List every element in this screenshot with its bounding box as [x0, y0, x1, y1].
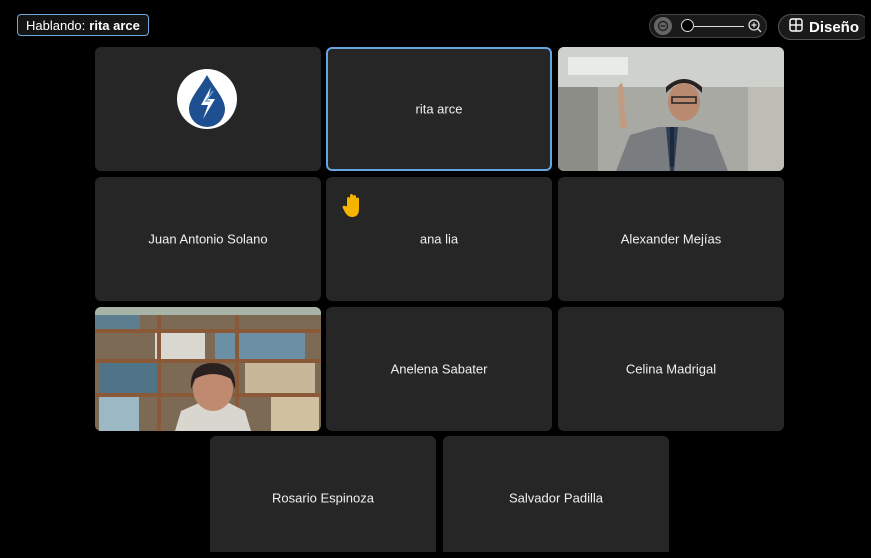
- participant-name: Salvador Padilla: [509, 490, 603, 506]
- zoom-slider-thumb[interactable]: [681, 19, 694, 32]
- participant-name: Juan Antonio Solano: [148, 231, 268, 247]
- participant-tile[interactable]: Rosario Espinoza: [210, 436, 436, 552]
- participant-name: Rosario Espinoza: [272, 490, 374, 506]
- participant-tile[interactable]: Juan Antonio Solano: [95, 177, 321, 301]
- gallery-zoom-control[interactable]: [649, 14, 767, 38]
- participant-tile[interactable]: Celina Madrigal: [558, 307, 784, 431]
- participant-name: Celina Madrigal: [625, 361, 717, 377]
- zoom-slider-track[interactable]: [688, 26, 744, 27]
- participant-tile[interactable]: ana lia: [326, 177, 552, 301]
- participant-name: ana lia: [419, 231, 459, 247]
- participant-name: Anelena Sabater: [390, 361, 488, 377]
- active-speaker-indicator: Hablando: rita arce: [17, 14, 149, 36]
- participant-logo: [177, 69, 237, 129]
- participant-tile-logo[interactable]: [95, 47, 321, 171]
- participant-video-tile[interactable]: [95, 307, 321, 431]
- participant-tile[interactable]: Alexander Mejías: [558, 177, 784, 301]
- meeting-window: Hablando: rita arce Diseño rita arce Jua…: [6, 6, 865, 552]
- zoom-out-icon[interactable]: [654, 17, 672, 35]
- participant-video: [95, 307, 321, 431]
- speaker-prefix: Hablando:: [26, 17, 86, 33]
- grid-icon: [789, 18, 803, 36]
- participant-video: [558, 47, 784, 171]
- layout-button[interactable]: Diseño: [778, 14, 865, 40]
- speaker-name: rita arce: [89, 17, 140, 33]
- participant-tile[interactable]: Anelena Sabater: [326, 307, 552, 431]
- participant-tile[interactable]: rita arce: [326, 47, 552, 171]
- zoom-in-icon[interactable]: [747, 18, 763, 34]
- raised-hand-icon: [342, 193, 364, 224]
- participant-video-tile[interactable]: [558, 47, 784, 171]
- participant-name: Alexander Mejías: [620, 231, 722, 247]
- participant-name: rita arce: [415, 101, 463, 117]
- layout-label: Diseño: [809, 18, 860, 36]
- participant-tile[interactable]: Salvador Padilla: [443, 436, 669, 552]
